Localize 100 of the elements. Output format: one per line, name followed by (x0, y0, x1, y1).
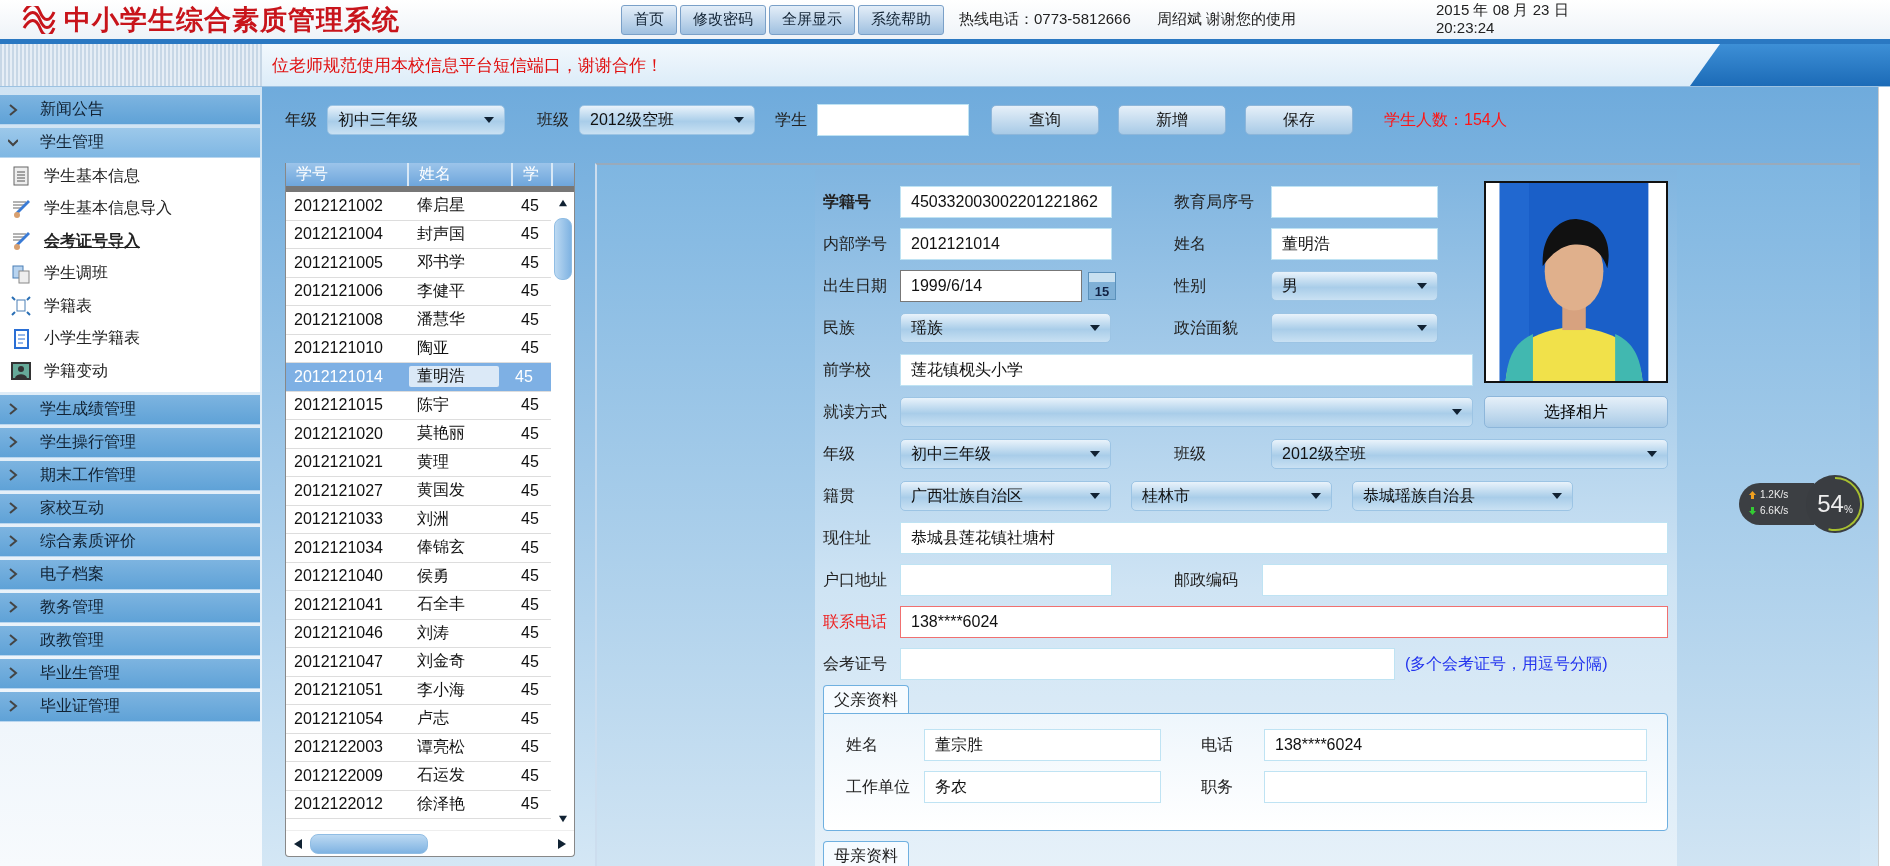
upload-speed: 1.2K/s (1760, 488, 1789, 502)
field-label: 学生 (775, 109, 807, 130)
section-tab[interactable]: 父亲资料 (823, 685, 909, 713)
text-field[interactable] (900, 564, 1112, 596)
scrollbar-thumb[interactable] (553, 218, 572, 280)
scroll-up-arrow-icon[interactable] (558, 198, 567, 208)
table-cell-text: 2012121047 (293, 652, 384, 671)
sidebar-group[interactable]: 教务管理 (0, 592, 260, 623)
dropdown[interactable] (900, 397, 1473, 427)
text-field[interactable]: 138****6024 (900, 606, 1668, 638)
text-field[interactable] (900, 648, 1395, 680)
dropdown[interactable]: 广西壮族自治区 (900, 481, 1111, 511)
table-cell-text: 2012121054 (293, 709, 384, 728)
table-cell-text: 莫艳丽 (416, 423, 466, 444)
sidebar-group[interactable]: 政教管理 (0, 625, 260, 656)
dropdown[interactable]: 男 (1271, 271, 1438, 301)
class-dropdown[interactable]: 2012级空班 (579, 105, 755, 135)
sidebar-group[interactable]: 毕业证管理 (0, 691, 260, 722)
sidebar-item[interactable]: 小学生学籍表 (0, 322, 260, 355)
sidebar-item[interactable]: 学籍变动 (0, 355, 260, 388)
table-cell-text: 45 (520, 795, 540, 814)
upload-arrow-icon (1749, 491, 1756, 499)
text-field[interactable] (1264, 771, 1647, 803)
table-cell-text: 徐泽艳 (416, 793, 466, 814)
table-cell-text: 刘金奇 (416, 651, 466, 672)
sidebar-group[interactable]: 综合素质评价 (0, 526, 260, 557)
horizontal-scrollbar[interactable] (286, 830, 574, 856)
sidebar-group[interactable]: 学生成绩管理 (0, 394, 260, 425)
sidebar-item[interactable]: 学生调班 (0, 257, 260, 290)
dropdown-arrow-icon (1417, 325, 1427, 331)
pencil-document-icon (10, 197, 32, 220)
sidebar-item[interactable]: 学籍表 (0, 290, 260, 323)
dropdown[interactable]: 2012级空班 (1271, 439, 1668, 469)
field-label: 现住址 (823, 527, 872, 548)
date-field[interactable]: 1999/6/14 (900, 270, 1082, 302)
calendar-button[interactable]: 15 (1088, 272, 1116, 300)
scrollbar-thumb[interactable] (310, 833, 428, 854)
sidebar-group[interactable]: 电子档案 (0, 559, 260, 590)
sidebar-group[interactable]: 期末工作管理 (0, 460, 260, 491)
scroll-down-arrow-icon[interactable] (558, 814, 567, 824)
action-button[interactable]: 查询 (991, 105, 1099, 135)
grade-dropdown[interactable]: 初中三年级 (327, 105, 505, 135)
date-text: 2015 年 08 月 23 日 (1435, 1, 1569, 19)
dropdown[interactable]: 初中三年级 (900, 439, 1111, 469)
table-cell-text: 45 (520, 339, 540, 358)
sidebar-item[interactable]: 学生基本信息导入 (0, 192, 260, 225)
text-field[interactable]: 董明浩 (1271, 228, 1438, 260)
action-button[interactable]: 保存 (1245, 105, 1353, 135)
table-cell-text: 45 (520, 253, 540, 272)
dropdown-arrow-icon (734, 117, 744, 123)
choose-photo-button[interactable]: 选择相片 (1484, 396, 1668, 428)
text-field[interactable]: 450332003002201221862 (900, 186, 1112, 218)
table-cell-text: 2012121008 (293, 310, 384, 329)
nav-button[interactable]: 全屏显示 (769, 4, 855, 35)
pencil-document-icon (10, 230, 32, 253)
table-cell-text: 45 (520, 624, 540, 643)
table-cell-text: 卢志 (416, 708, 450, 729)
text-field[interactable]: 恭城县莲花镇社塘村 (900, 522, 1668, 554)
text-field[interactable]: 董宗胜 (924, 729, 1161, 761)
dropdown[interactable]: 瑶族 (900, 313, 1111, 343)
table-cell-text: 45 (514, 367, 534, 386)
table-cell-text: 45 (520, 510, 540, 529)
nav-button[interactable]: 修改密码 (680, 4, 766, 35)
nav-button[interactable]: 系统帮助 (858, 4, 944, 35)
nav-button[interactable]: 首页 (621, 4, 677, 35)
text-field[interactable]: 务农 (924, 771, 1161, 803)
sidebar-group[interactable]: 学生管理 (0, 128, 260, 158)
dropdown[interactable] (1271, 313, 1438, 343)
field-label: 姓名 (1173, 233, 1207, 254)
hint-text: (多个会考证号，用逗号分隔) (1405, 653, 1608, 674)
student-search-field[interactable] (817, 104, 969, 136)
field-label: 教育局序号 (1173, 191, 1255, 212)
chevron-icon (8, 634, 18, 646)
table-row[interactable]: 2012121014 董明浩 45 (286, 363, 551, 392)
text-field[interactable]: 138****6024 (1264, 729, 1647, 761)
scroll-right-arrow-icon[interactable] (558, 838, 566, 849)
section-tab[interactable]: 母亲资料 (823, 841, 909, 866)
table-cell-text: 2012121004 (293, 225, 384, 244)
table-cell-text: 2012121020 (293, 424, 384, 443)
table-cell-text: 谭亮松 (416, 736, 466, 757)
scroll-left-arrow-icon[interactable] (294, 838, 302, 849)
table-cell-text: 45 (520, 453, 540, 472)
field-label: 性别 (1172, 275, 1207, 296)
field-label: 年级 (285, 109, 317, 130)
table-cell-text: 45 (520, 310, 540, 329)
field-label: 班级 (537, 109, 569, 130)
text-field[interactable]: 2012121014 (900, 228, 1112, 260)
dropdown[interactable]: 桂林市 (1131, 481, 1332, 511)
action-button[interactable]: 新增 (1118, 105, 1226, 135)
sidebar-group[interactable]: 毕业生管理 (0, 658, 260, 689)
table-cell-text: 俸启星 (416, 195, 466, 216)
sidebar-group[interactable]: 新闻公告 (0, 95, 260, 125)
sidebar-group[interactable]: 家校互动 (0, 493, 260, 524)
text-field[interactable] (1271, 186, 1438, 218)
dropdown[interactable]: 恭城瑶族自治县 (1352, 481, 1573, 511)
chevron-icon (8, 403, 18, 415)
sidebar-group[interactable]: 学生操行管理 (0, 427, 260, 458)
text-field[interactable]: 莲花镇枧头小学 (900, 354, 1473, 386)
text-field[interactable] (1262, 564, 1668, 596)
sidebar-item[interactable]: 学生基本信息 (0, 160, 260, 193)
